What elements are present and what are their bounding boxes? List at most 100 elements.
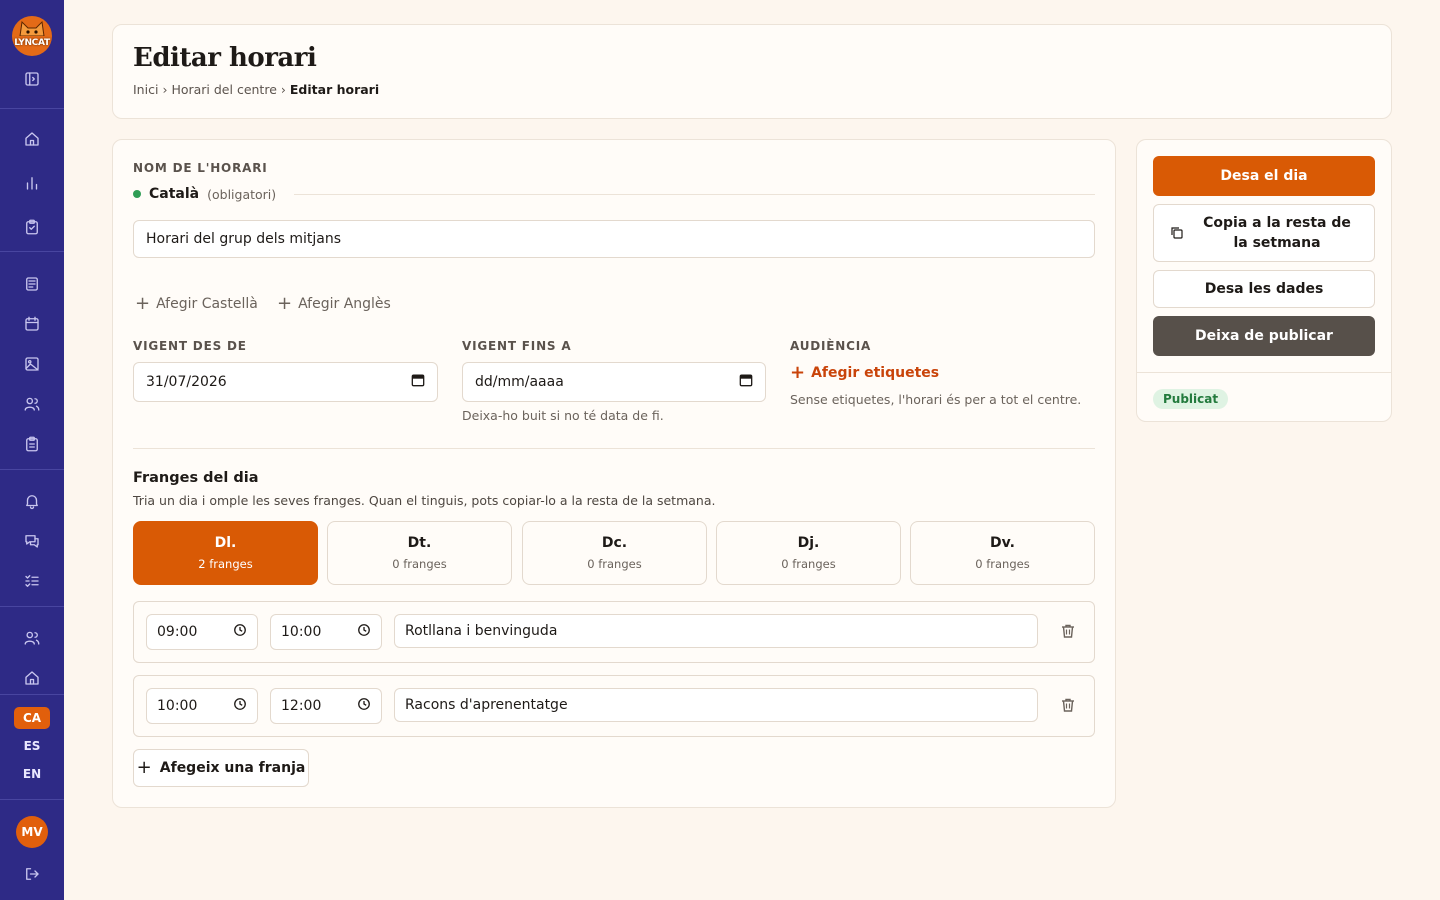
group-icon[interactable] bbox=[20, 626, 44, 650]
breadcrumb-schedules[interactable]: Horari del centre bbox=[171, 82, 276, 97]
language-required-note: (obligatori) bbox=[207, 186, 277, 202]
slot-label-input[interactable]: Rotllana i benvinguda bbox=[394, 614, 1038, 648]
slot-label-input[interactable]: Racons d'aprenentatge bbox=[394, 688, 1038, 722]
sidebar-toggle-icon[interactable] bbox=[20, 67, 44, 91]
add-slot-label: Afegeix una franja bbox=[159, 760, 306, 776]
add-spanish-button[interactable]: + Afegir Castellà bbox=[135, 295, 258, 313]
schedule-form: Nom de l'horari Català (obligatori) Hora… bbox=[112, 139, 1116, 808]
page-title: Editar horari bbox=[133, 43, 317, 73]
calendar-icon[interactable] bbox=[20, 312, 44, 336]
language-en[interactable]: EN bbox=[14, 763, 50, 785]
trash-icon[interactable] bbox=[1058, 621, 1078, 641]
section-divider bbox=[133, 448, 1095, 449]
save-day-button[interactable]: Desa el dia bbox=[1153, 156, 1375, 196]
slot-end-time[interactable]: 10:00 bbox=[270, 614, 382, 650]
language-ca[interactable]: CA bbox=[14, 707, 50, 729]
add-tags-label: Afegir etiquetes bbox=[811, 365, 940, 381]
breadcrumb-current: Editar horari bbox=[289, 82, 380, 97]
panel-divider bbox=[1137, 372, 1391, 373]
day-tab-label: Dt. bbox=[407, 535, 432, 551]
plus-icon: + bbox=[277, 293, 293, 314]
day-tab-label: Dc. bbox=[601, 535, 628, 551]
logo-text: LYNCAT bbox=[14, 38, 50, 48]
slot-end-time[interactable]: 12:00 bbox=[270, 688, 382, 724]
day-tab-friday[interactable]: Dv. 0 franges bbox=[910, 521, 1095, 585]
copy-icon bbox=[1171, 227, 1183, 239]
day-tab-label: Dl. bbox=[214, 535, 237, 551]
breadcrumb-separator: › bbox=[280, 82, 286, 97]
sidebar-divider bbox=[0, 799, 64, 800]
slot-end-value: 10:00 bbox=[281, 624, 322, 640]
plus-icon: + bbox=[136, 757, 152, 778]
valid-until-hint: Deixa-ho buit si no té data de fi. bbox=[462, 408, 664, 423]
slot-start-time[interactable]: 09:00 bbox=[146, 614, 258, 650]
language-es[interactable]: ES bbox=[14, 735, 50, 757]
day-tab-label: Dv. bbox=[990, 535, 1015, 551]
bell-icon[interactable] bbox=[20, 489, 44, 513]
valid-from-input[interactable]: 31/07/2026 bbox=[133, 362, 438, 402]
page-header: Editar horari Inici › Horari del centre … bbox=[112, 24, 1392, 119]
day-tab-thursday[interactable]: Dj. 0 franges bbox=[716, 521, 901, 585]
day-tab-count: 0 franges bbox=[392, 557, 447, 571]
calendar-icon[interactable] bbox=[739, 373, 753, 391]
chat-icon[interactable] bbox=[20, 529, 44, 553]
day-tab-tuesday[interactable]: Dt. 0 franges bbox=[327, 521, 512, 585]
sidebar-divider bbox=[0, 251, 64, 252]
valid-from-label: Vigent des de bbox=[133, 339, 247, 353]
day-tab-wednesday[interactable]: Dc. 0 franges bbox=[522, 521, 707, 585]
language-status-dot bbox=[133, 190, 141, 198]
unpublish-button[interactable]: Deixa de publicar bbox=[1153, 316, 1375, 356]
day-tab-count: 0 franges bbox=[975, 557, 1030, 571]
language-divider bbox=[294, 193, 1095, 195]
clock-icon bbox=[233, 623, 247, 641]
clock-icon bbox=[233, 697, 247, 715]
lyncat-logo[interactable]: LYNCAT bbox=[12, 16, 52, 56]
breadcrumb-home[interactable]: Inici bbox=[133, 82, 158, 97]
slots-description: Tria un dia i omple les seves franges. Q… bbox=[133, 493, 716, 508]
breadcrumb-separator: › bbox=[162, 82, 168, 97]
language-row: Català (obligatori) bbox=[133, 186, 1095, 202]
logout-icon[interactable] bbox=[20, 862, 44, 886]
clock-icon bbox=[357, 697, 371, 715]
slots-title: Franges del dia bbox=[133, 470, 259, 486]
clipboard-list-icon[interactable] bbox=[20, 432, 44, 456]
valid-until-input[interactable]: dd/mm/aaaa bbox=[462, 362, 766, 402]
main-content: Editar horari Inici › Horari del centre … bbox=[64, 0, 1440, 900]
copy-week-button[interactable]: Copia a la resta de la setmana bbox=[1153, 204, 1375, 262]
home-icon[interactable] bbox=[20, 127, 44, 151]
cat-face-icon bbox=[19, 20, 45, 36]
audience-label: Audiència bbox=[790, 339, 872, 353]
add-slot-button[interactable]: + Afegeix una franja bbox=[133, 749, 309, 787]
day-tab-count: 0 franges bbox=[587, 557, 642, 571]
breadcrumb: Inici › Horari del centre › Editar horar… bbox=[133, 82, 379, 97]
clipboard-check-icon[interactable] bbox=[20, 215, 44, 239]
time-slot: 09:00 10:00 Rotllana i benvinguda bbox=[133, 601, 1095, 663]
add-english-label: Afegir Anglès bbox=[298, 296, 391, 312]
list-check-icon[interactable] bbox=[20, 569, 44, 593]
add-spanish-label: Afegir Castellà bbox=[156, 296, 258, 312]
sidebar-divider bbox=[0, 469, 64, 470]
schedule-name-input[interactable]: Horari del grup dels mitjans bbox=[133, 220, 1095, 258]
slot-start-value: 09:00 bbox=[157, 624, 198, 640]
status-badge: Publicat bbox=[1153, 389, 1229, 409]
users-icon[interactable] bbox=[20, 392, 44, 416]
user-avatar[interactable]: MV bbox=[16, 816, 48, 848]
add-tags-button[interactable]: + Afegir etiquetes bbox=[790, 364, 939, 382]
valid-until-label: Vigent fins a bbox=[462, 339, 572, 353]
school-icon[interactable] bbox=[20, 666, 44, 690]
slot-start-time[interactable]: 10:00 bbox=[146, 688, 258, 724]
bar-chart-icon[interactable] bbox=[20, 171, 44, 195]
image-icon[interactable] bbox=[20, 352, 44, 376]
valid-from-value: 31/07/2026 bbox=[146, 374, 227, 390]
save-data-button[interactable]: Desa les dades bbox=[1153, 270, 1375, 308]
time-slot: 10:00 12:00 Racons d'aprenentatge bbox=[133, 675, 1095, 737]
add-english-button[interactable]: + Afegir Anglès bbox=[277, 295, 391, 313]
newspaper-icon[interactable] bbox=[20, 272, 44, 296]
valid-until-value: dd/mm/aaaa bbox=[475, 374, 564, 390]
day-tab-monday[interactable]: Dl. 2 franges bbox=[133, 521, 318, 585]
sidebar-divider bbox=[0, 694, 64, 695]
plus-icon: + bbox=[135, 293, 151, 314]
calendar-icon[interactable] bbox=[411, 373, 425, 391]
sidebar: LYNCAT CA ES EN MV bbox=[0, 0, 64, 900]
trash-icon[interactable] bbox=[1058, 695, 1078, 715]
